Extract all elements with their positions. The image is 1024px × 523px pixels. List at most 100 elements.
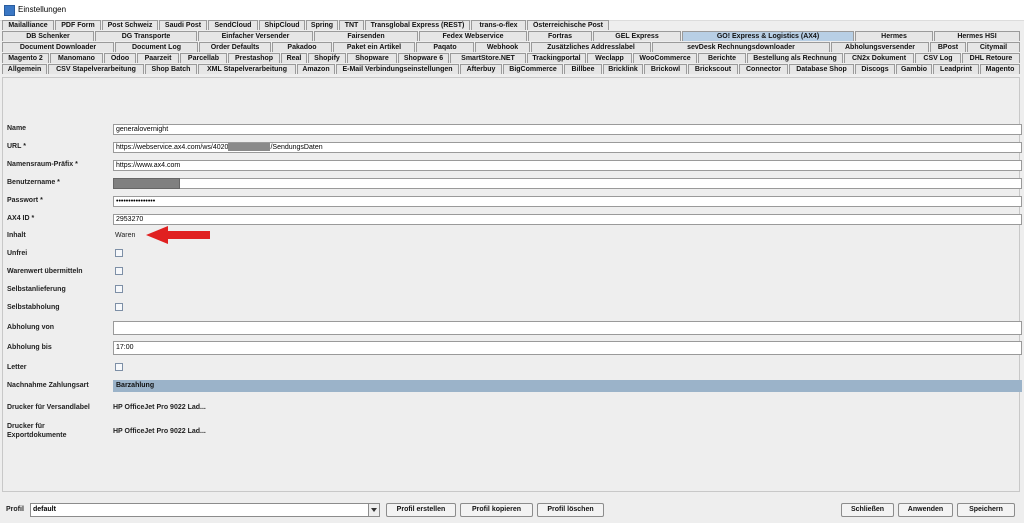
unfrei-checkbox[interactable] — [115, 249, 123, 257]
drucker-label: Drucker für Versandlabel — [7, 404, 90, 411]
tab-billbee[interactable]: Billbee — [564, 64, 602, 74]
tab-paket-ein-artikel[interactable]: Paket ein Artikel — [333, 42, 415, 52]
tab-bricklink[interactable]: Bricklink — [603, 64, 643, 74]
password-input[interactable]: •••••••••••••••• — [113, 196, 1022, 207]
tab-bigcommerce[interactable]: BigCommerce — [503, 64, 563, 74]
ax4id-input[interactable]: 2953270 — [113, 214, 1022, 225]
password-label: Passwort * — [7, 197, 43, 204]
tab-xml-stapelverarbeitung[interactable]: XML Stapelverarbeitung — [198, 64, 296, 74]
tab-shopware-6[interactable]: Shopware 6 — [398, 53, 449, 63]
tab-abholungsversender[interactable]: Abholungsversender — [831, 42, 929, 52]
tab-parcellab[interactable]: Parcellab — [180, 53, 227, 63]
tab-magento[interactable]: Magento — [980, 64, 1020, 74]
tab-weclapp[interactable]: Weclapp — [587, 53, 632, 63]
tab-gambio[interactable]: Gambio — [896, 64, 932, 74]
tab-sevdesk[interactable]: sevDesk Rechnungsdownloader — [652, 42, 830, 52]
tab-real[interactable]: Real — [281, 53, 307, 63]
warenwert-checkbox[interactable] — [115, 267, 123, 275]
tab-shipcloud[interactable]: ShipCloud — [259, 20, 305, 30]
tab-spring[interactable]: Spring — [306, 20, 338, 30]
tab-document-downloader[interactable]: Document Downloader — [2, 42, 114, 52]
profil-combobox[interactable]: default — [30, 503, 380, 517]
tab-fairsenden[interactable]: Fairsenden — [314, 31, 418, 41]
username-input[interactable] — [113, 178, 1022, 189]
tab-cn2x-dokument[interactable]: CN2x Dokument — [844, 53, 914, 63]
tab-trans-o-flex[interactable]: trans-o-flex — [471, 20, 526, 30]
tab-brickscout[interactable]: Brickscout — [688, 64, 738, 74]
close-button[interactable]: Schließen — [841, 503, 894, 517]
tab-prestashop[interactable]: Prestashop — [228, 53, 280, 63]
profil-value: default — [33, 506, 56, 513]
tab-webhook[interactable]: Webhook — [475, 42, 530, 52]
create-profile-button[interactable]: Profil erstellen — [386, 503, 456, 517]
tab-fedex-webservice[interactable]: Fedex Webservice — [419, 31, 527, 41]
copy-profile-button[interactable]: Profil kopieren — [460, 503, 533, 517]
tab-csv-stapelverarbeitung[interactable]: CSV Stapelverarbeitung — [48, 64, 144, 74]
tab-db-schenker[interactable]: DB Schenker — [2, 31, 94, 41]
tab-shopware[interactable]: Shopware — [347, 53, 397, 63]
tab-post-schweiz[interactable]: Post Schweiz — [102, 20, 158, 30]
abholung-bis-input[interactable]: 17:00 — [113, 341, 1022, 355]
tab-gel-express[interactable]: GEL Express — [593, 31, 681, 41]
apply-button[interactable]: Anwenden — [898, 503, 953, 517]
tab-order-defaults[interactable]: Order Defaults — [199, 42, 271, 52]
tab-saudi-post[interactable]: Saudi Post — [159, 20, 207, 30]
tab-mailalliance[interactable]: Mailalliance — [2, 20, 54, 30]
tab-transglobal[interactable]: Transglobal Express (REST) — [365, 20, 470, 30]
tab-smartstore[interactable]: SmartStore.NET — [450, 53, 526, 63]
inhalt-input[interactable]: Waren — [115, 232, 135, 239]
abholung-von-input[interactable] — [113, 321, 1022, 335]
tab-dg-transporte[interactable]: DG Transporte — [95, 31, 197, 41]
tab-leadprint[interactable]: Leadprint — [933, 64, 979, 74]
delete-profile-button[interactable]: Profil löschen — [537, 503, 604, 517]
drucker-export-select[interactable]: HP OfficeJet Pro 9022 Lad... — [113, 428, 206, 435]
tab-trackingportal[interactable]: Trackingportal — [527, 53, 586, 63]
tab-magento-2[interactable]: Magento 2 — [2, 53, 49, 63]
drucker-select[interactable]: HP OfficeJet Pro 9022 Lad... — [113, 404, 206, 411]
tab-paqato[interactable]: Paqato — [416, 42, 474, 52]
tab-manomano[interactable]: Manomano — [50, 53, 103, 63]
tab-fortras[interactable]: Fortras — [528, 31, 592, 41]
tab-citymail[interactable]: Citymail — [967, 42, 1020, 52]
name-input[interactable]: generalovernight — [113, 124, 1022, 135]
letter-checkbox[interactable] — [115, 363, 123, 371]
tab-oesterreichische-post[interactable]: Österreichische Post — [527, 20, 609, 30]
tab-paarzeit[interactable]: Paarzeit — [137, 53, 179, 63]
tab-connector[interactable]: Connector — [739, 64, 788, 74]
tab-woocommerce[interactable]: WooCommerce — [633, 53, 697, 63]
tab-tnt[interactable]: TNT — [339, 20, 364, 30]
row-password: Passwort * •••••••••••••••• — [3, 195, 1022, 211]
tab-brickowl[interactable]: Brickowl — [644, 64, 687, 74]
tab-bestellung-als-rechnung[interactable]: Bestellung als Rechnung — [747, 53, 843, 63]
selbstanlieferung-checkbox[interactable] — [115, 285, 123, 293]
tab-shopify[interactable]: Shopify — [308, 53, 346, 63]
tab-dhl-retoure[interactable]: DHL Retoure — [962, 53, 1020, 63]
tab-database-shop[interactable]: Database Shop — [789, 64, 854, 74]
tab-afterbuy[interactable]: Afterbuy — [460, 64, 502, 74]
tab-pakadoo[interactable]: Pakadoo — [272, 42, 332, 52]
tab-odoo[interactable]: Odoo — [104, 53, 136, 63]
tab-allgemein[interactable]: Allgemein — [2, 64, 47, 74]
namespace-input[interactable]: https://www.ax4.com — [113, 160, 1022, 171]
tab-hermes-hsi[interactable]: Hermes HSI — [934, 31, 1020, 41]
selbstabholung-checkbox[interactable] — [115, 303, 123, 311]
tab-document-log[interactable]: Document Log — [115, 42, 198, 52]
tab-go-express-ax4[interactable]: GO! Express & Logistics (AX4) — [682, 31, 854, 41]
tab-email-verbindung[interactable]: E-Mail Verbindungseinstellungen — [336, 64, 459, 74]
tab-pdf-form[interactable]: PDF Form — [55, 20, 101, 30]
row-name: Name generalovernight — [3, 123, 1022, 139]
tab-hermes[interactable]: Hermes — [855, 31, 933, 41]
tab-shop-batch[interactable]: Shop Batch — [145, 64, 197, 74]
tab-bpost[interactable]: BPost — [930, 42, 966, 52]
url-input[interactable]: https://webservice.ax4.com/ws/4020/Sendu… — [113, 142, 1022, 153]
tab-einfacher-versender[interactable]: Einfacher Versender — [198, 31, 313, 41]
tab-berichte[interactable]: Berichte — [698, 53, 746, 63]
tab-zusaetzliches-addresslabel[interactable]: Zusätzliches Addresslabel — [531, 42, 651, 52]
save-button[interactable]: Speichern — [957, 503, 1015, 517]
tab-discogs[interactable]: Discogs — [855, 64, 895, 74]
chevron-down-icon[interactable] — [368, 504, 379, 516]
tab-sendcloud[interactable]: SendCloud — [208, 20, 258, 30]
nachnahme-select[interactable]: Barzahlung — [113, 380, 1022, 392]
tab-csv-log[interactable]: CSV Log — [915, 53, 961, 63]
tab-amazon[interactable]: Amazon — [297, 64, 335, 74]
